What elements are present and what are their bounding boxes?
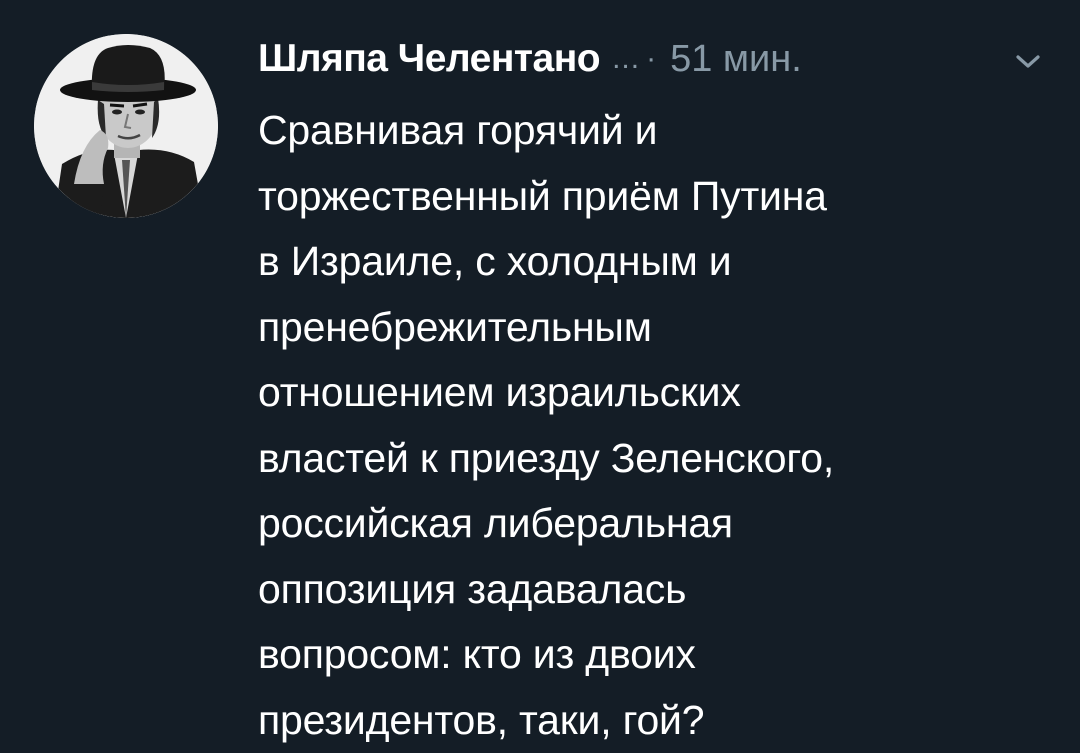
tweet-card[interactable]: Шляпа Челентано ... · 51 мин. Сравнивая …	[0, 0, 1080, 750]
display-name[interactable]: Шляпа Челентано	[258, 37, 601, 81]
separator-dot: ·	[646, 42, 657, 75]
tweet-text: Сравнивая горячий и торжественный приём …	[258, 107, 835, 743]
chevron-down-icon[interactable]	[1010, 48, 1046, 74]
truncated-handle: ...	[612, 42, 641, 75]
tweet-timestamp[interactable]: 51 мин.	[670, 38, 802, 81]
tweet-header: Шляпа Челентано ... · 51 мин.	[258, 30, 802, 88]
user-avatar-icon[interactable]	[34, 34, 218, 218]
